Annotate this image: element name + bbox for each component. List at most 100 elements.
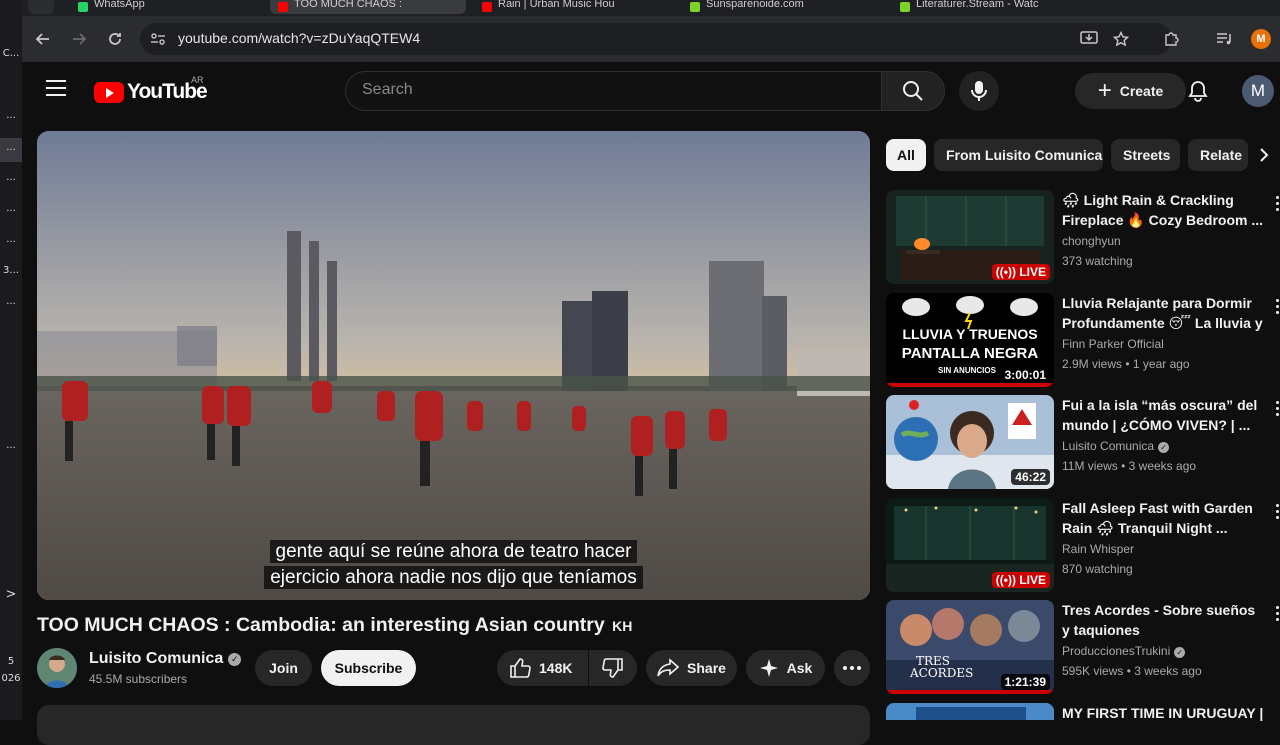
recommendation-channel[interactable]: Finn Parker Official <box>1062 337 1164 351</box>
strip-item: ... <box>0 138 22 162</box>
recommendation-title[interactable]: MY FIRST TIME IN URUGUAY | <box>1062 703 1264 723</box>
tab-youtube-video[interactable]: TOO MUCH CHAOS : <box>270 0 466 14</box>
recommendation-item[interactable]: LLUVIA Y TRUENOS PANTALLA NEGRA SIN ANUN… <box>886 293 1280 389</box>
create-button[interactable]: + Create <box>1075 73 1186 109</box>
forward-button[interactable] <box>66 26 92 52</box>
more-vertical-icon[interactable] <box>1276 196 1280 214</box>
arrow-right-icon <box>73 33 87 45</box>
share-label: Share <box>687 660 726 676</box>
tab-rain-music[interactable]: Rain | Urban Music Hou <box>474 0 674 14</box>
site-info-icon[interactable] <box>148 29 168 49</box>
site-icon <box>690 2 700 12</box>
tab-title: Rain | Urban Music Hou <box>498 0 615 10</box>
play-logo-icon <box>94 81 124 103</box>
live-badge: ((•)) LIVE <box>991 264 1050 280</box>
video-player[interactable]: gente aquí se reúne ahora de teatro hace… <box>37 131 870 600</box>
chip-streets[interactable]: Streets <box>1111 139 1180 171</box>
search-button[interactable] <box>881 71 945 111</box>
dislike-button[interactable] <box>589 650 637 686</box>
extensions-button[interactable] <box>1158 26 1184 52</box>
ask-button[interactable]: Ask <box>746 650 825 686</box>
recommendation-title[interactable]: Tres Acordes - Sobre sueños y taquiones <box>1062 600 1264 640</box>
voice-search-button[interactable] <box>959 71 999 111</box>
chip-from-channel[interactable]: From Luisito Comunica <box>934 139 1103 171</box>
channel-name-text[interactable]: Luisito Comunica <box>89 650 223 667</box>
strip-item: ... <box>6 296 16 307</box>
search-input[interactable] <box>362 81 862 99</box>
address-bar[interactable]: youtube.com/watch?v=zDuYaqQTEW4 <box>140 23 1172 55</box>
recommendation-title[interactable]: Lluvia Relajante para Dormir Profundamen… <box>1062 293 1264 333</box>
recommendation-title[interactable]: Fall Asleep Fast with Garden Rain 🌧 Tran… <box>1062 498 1264 538</box>
recommendation-item[interactable]: MY FIRST TIME IN URUGUAY | <box>886 703 1280 723</box>
menu-icon[interactable] <box>46 80 66 96</box>
microphone-icon <box>971 81 987 101</box>
profile-button[interactable]: M <box>1251 29 1271 49</box>
youtube-icon <box>482 2 492 12</box>
recommendation-item[interactable]: 46:22 Fui a la isla “más oscura” del mun… <box>886 395 1280 491</box>
reload-button[interactable] <box>102 26 128 52</box>
video-title-suffix: KH <box>612 618 633 634</box>
video-thumbnail[interactable]: TRES ACORDES 1:21:39 <box>886 600 1054 694</box>
recommendation-channel[interactable]: Luisito Comunica ✓ <box>1062 439 1170 453</box>
chip-related[interactable]: Relate <box>1188 139 1248 171</box>
plus-icon: + <box>1097 77 1112 104</box>
verified-icon: ✓ <box>1174 647 1186 658</box>
recommendation-channel[interactable]: Rain Whisper <box>1062 542 1134 556</box>
thumbnail-text: ACORDES <box>910 666 974 680</box>
video-thumbnail[interactable] <box>886 703 1054 720</box>
youtube-logo[interactable]: YouTube AR <box>94 75 208 104</box>
subscribe-button[interactable]: Subscribe <box>321 650 416 686</box>
recommendation-channel[interactable]: chonghyun <box>1062 234 1121 248</box>
video-thumbnail[interactable]: ((•)) LIVE <box>886 498 1054 592</box>
duration-badge: 3:00:01 <box>1000 367 1050 383</box>
more-vertical-icon[interactable] <box>1276 299 1280 317</box>
description-box[interactable] <box>37 705 870 745</box>
channel-name[interactable]: Luisito Comunica ✓ <box>89 650 242 668</box>
tab-site-5[interactable]: Literaturer.Stream - Watc <box>892 0 1092 14</box>
live-badge: ((•)) LIVE <box>991 572 1050 588</box>
video-thumbnail[interactable]: ((•)) LIVE <box>886 190 1054 284</box>
more-actions-button[interactable] <box>834 650 870 686</box>
recommendation-item[interactable]: ((•)) LIVE Fall Asleep Fast with Garden … <box>886 498 1280 594</box>
chevron-right-icon[interactable]: > <box>0 587 22 602</box>
notifications-button[interactable] <box>1182 75 1214 107</box>
video-thumbnail[interactable]: 46:22 <box>886 395 1054 489</box>
join-button[interactable]: Join <box>255 650 312 686</box>
install-app-button[interactable] <box>1076 26 1102 52</box>
recommendation-title[interactable]: Fui a la isla “más oscura” del mundo | ¿… <box>1062 395 1264 435</box>
account-avatar[interactable]: M <box>1242 75 1274 107</box>
more-vertical-icon[interactable] <box>1276 504 1280 522</box>
more-horizontal-icon <box>843 666 861 670</box>
thumbs-down-icon <box>602 658 623 678</box>
puzzle-icon <box>1165 32 1179 46</box>
more-vertical-icon[interactable] <box>1276 401 1280 419</box>
share-button[interactable]: Share <box>646 650 737 686</box>
duration-badge: 1:21:39 <box>1000 674 1050 690</box>
search-box[interactable] <box>345 71 881 111</box>
tab-title: WhatsApp <box>94 0 145 10</box>
more-vertical-icon[interactable] <box>1276 606 1280 624</box>
tab-search[interactable] <box>28 0 54 14</box>
recommendation-meta: 870 watching <box>1062 562 1133 576</box>
recommendation-item[interactable]: ((•)) LIVE 🌧 Light Rain & Crackling Fire… <box>886 190 1280 286</box>
recommendation-channel[interactable]: ProduccionesTrukini ✓ <box>1062 644 1186 658</box>
back-button[interactable] <box>30 26 56 52</box>
url-text[interactable]: youtube.com/watch?v=zDuYaqQTEW4 <box>178 30 420 46</box>
chevron-right-icon[interactable] <box>1252 143 1276 167</box>
recommendation-title[interactable]: 🌧 Light Rain & Crackling Fireplace 🔥 Coz… <box>1062 190 1264 230</box>
like-button[interactable]: 148K <box>497 650 588 686</box>
tab-site-4[interactable]: Sunsparenoide.com <box>682 0 882 14</box>
strip-item: ... <box>6 110 16 121</box>
video-thumbnail[interactable]: LLUVIA Y TRUENOS PANTALLA NEGRA SIN ANUN… <box>886 293 1054 387</box>
playlist-icon <box>1217 33 1231 45</box>
strip-item: C... <box>2 48 20 59</box>
ask-label: Ask <box>786 660 813 676</box>
channel-avatar[interactable] <box>37 648 77 688</box>
caption-line-2: ejercicio ahora nadie nos dijo que tenía… <box>37 566 870 589</box>
bookmark-button[interactable] <box>1108 26 1134 52</box>
bell-icon <box>1188 81 1208 102</box>
tab-whatsapp[interactable]: WhatsApp <box>70 0 268 14</box>
recommendation-item[interactable]: TRES ACORDES 1:21:39 Tres Acordes - Sobr… <box>886 600 1280 696</box>
chip-all[interactable]: All <box>886 139 926 171</box>
media-controls-button[interactable] <box>1212 26 1238 52</box>
